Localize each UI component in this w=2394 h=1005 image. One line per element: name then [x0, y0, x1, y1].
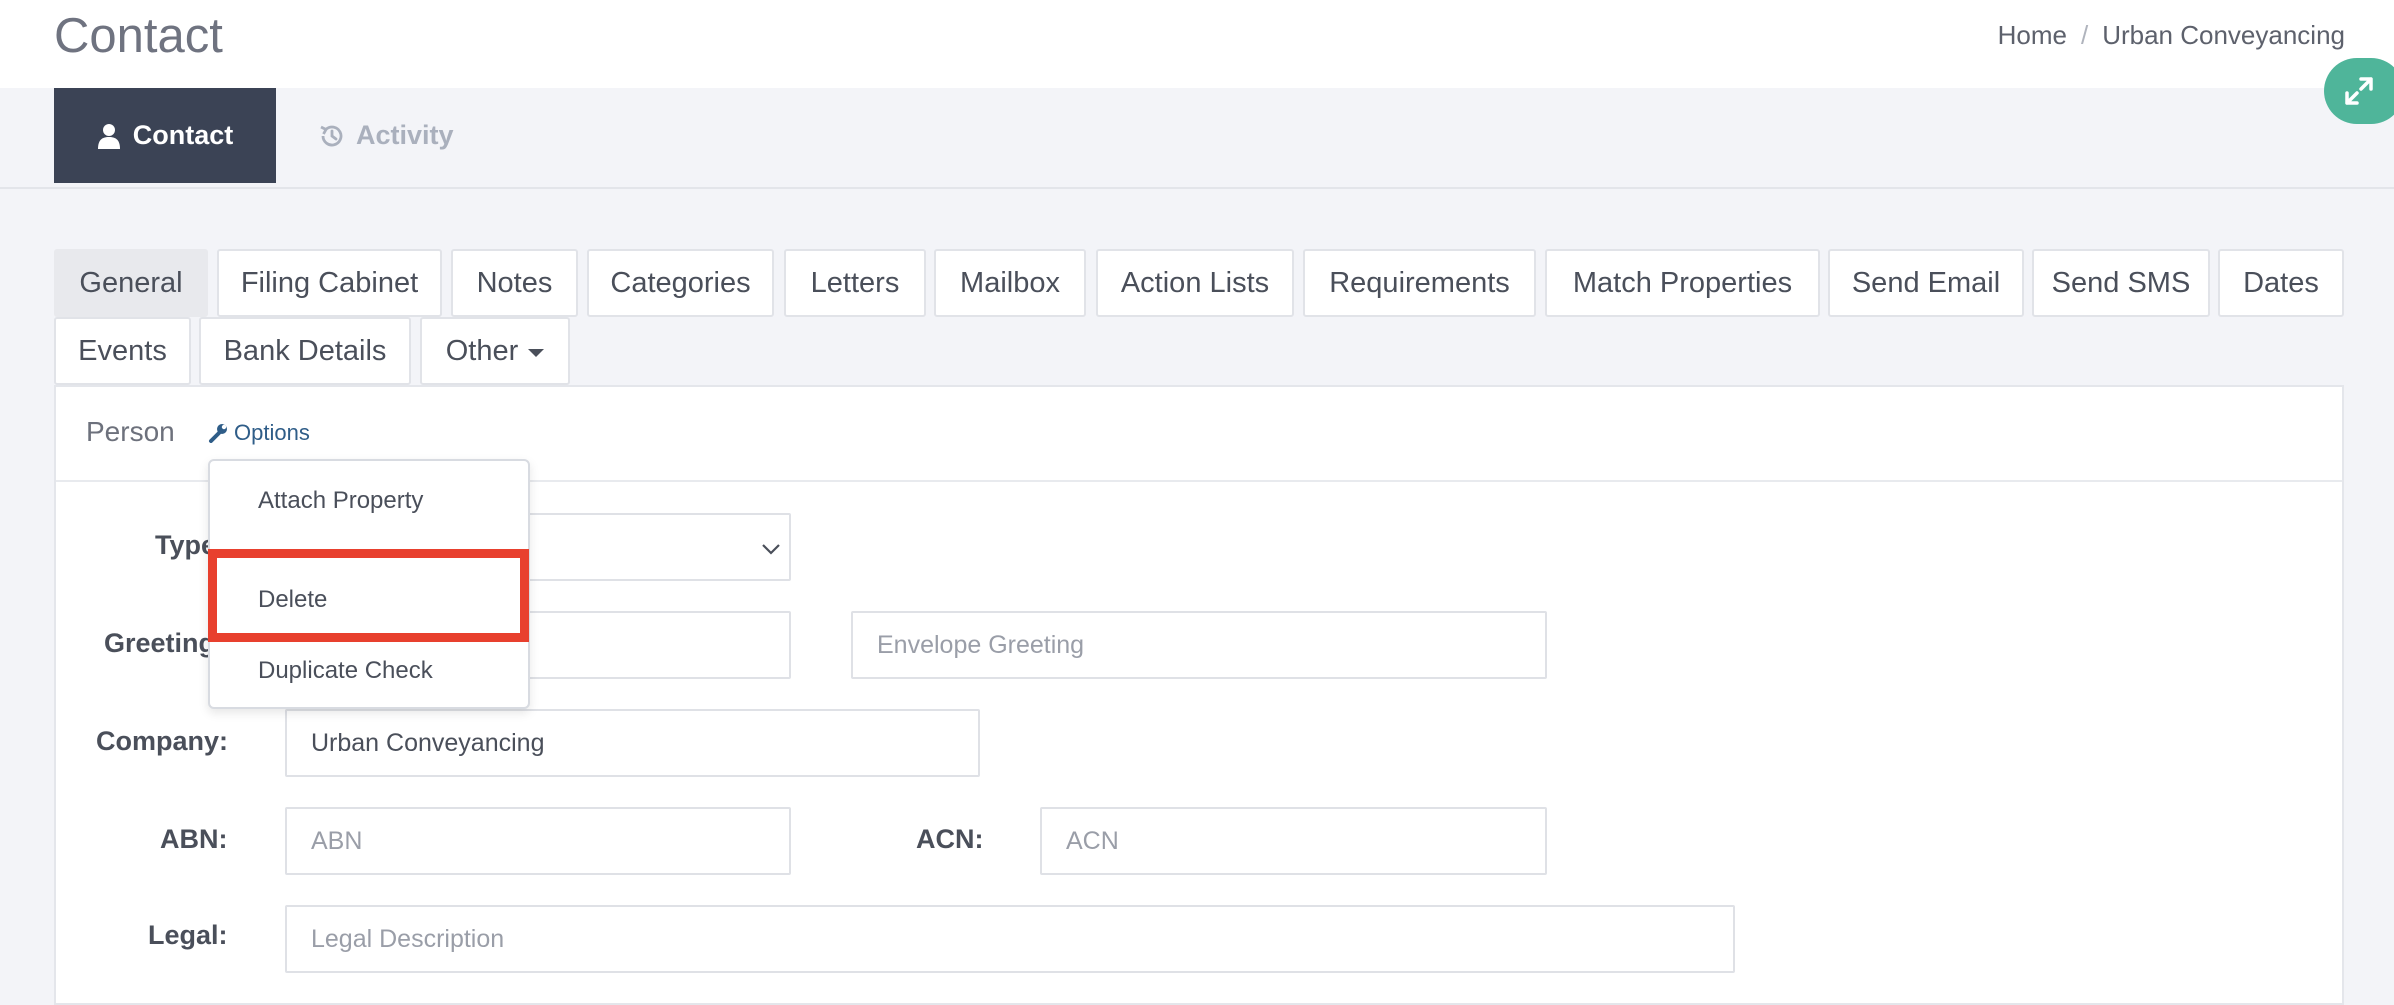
- wrench-icon: [209, 424, 227, 443]
- subtab-general[interactable]: General: [54, 249, 208, 317]
- page-title: Contact: [54, 9, 223, 63]
- subtab-requirements[interactable]: Requirements: [1303, 249, 1536, 317]
- menu-item-duplicate-check[interactable]: Duplicate Check: [258, 657, 433, 685]
- subtab-filing-cabinet[interactable]: Filing Cabinet: [217, 249, 442, 317]
- subtab-letters[interactable]: Letters: [784, 249, 926, 317]
- subtab-send-email[interactable]: Send Email: [1828, 249, 2024, 317]
- company-input[interactable]: Urban Conveyancing: [285, 709, 980, 777]
- subtab-other-label: Other: [445, 334, 519, 367]
- subtab-dates[interactable]: Dates: [2218, 249, 2344, 317]
- subtab-action-lists[interactable]: Action Lists: [1096, 249, 1294, 317]
- options-label: Options: [234, 420, 310, 445]
- tab-activity-label: Activity: [356, 120, 454, 150]
- panel-title: Person: [86, 416, 175, 447]
- history-icon: [320, 125, 343, 146]
- chevron-down-icon: [762, 544, 780, 555]
- highlight-box: [208, 549, 529, 642]
- fullscreen-button[interactable]: [2324, 58, 2394, 124]
- envelope-greeting-input[interactable]: Envelope Greeting: [851, 611, 1547, 679]
- subtab-mailbox[interactable]: Mailbox: [934, 249, 1086, 317]
- tab-divider: [0, 187, 2394, 189]
- subtab-bank-details[interactable]: Bank Details: [199, 317, 411, 385]
- subtab-match-properties[interactable]: Match Properties: [1545, 249, 1820, 317]
- breadcrumb-home[interactable]: Home: [1998, 20, 2067, 50]
- legal-input[interactable]: Legal Description: [285, 905, 1735, 973]
- tab-activity[interactable]: Activity: [318, 88, 478, 183]
- subtab-events[interactable]: Events: [54, 317, 191, 385]
- options-button[interactable]: Options: [208, 420, 310, 446]
- acn-label: ACN:: [916, 824, 984, 854]
- subtab-categories[interactable]: Categories: [587, 249, 774, 317]
- legal-label: Legal:: [148, 920, 228, 950]
- abn-input[interactable]: ABN: [285, 807, 791, 875]
- user-icon: [97, 123, 120, 149]
- caret-down-icon: [528, 349, 545, 357]
- menu-item-attach-property[interactable]: Attach Property: [258, 487, 423, 515]
- tab-contact-label: Contact: [132, 120, 234, 150]
- abn-label: ABN:: [160, 824, 228, 854]
- breadcrumb: Home / Urban Conveyancing: [1998, 20, 2345, 51]
- acn-input[interactable]: ACN: [1040, 807, 1547, 875]
- subtab-other[interactable]: Other: [420, 317, 570, 385]
- tab-contact[interactable]: Contact: [54, 88, 276, 183]
- breadcrumb-separator: /: [2080, 20, 2089, 50]
- subtab-notes[interactable]: Notes: [451, 249, 578, 317]
- company-label: Company:: [96, 726, 229, 756]
- greeting-label: Greeting: [104, 628, 216, 658]
- breadcrumb-current: Urban Conveyancing: [2102, 20, 2345, 50]
- type-label: Type: [155, 530, 217, 560]
- expand-icon: [2345, 77, 2373, 105]
- subtab-send-sms[interactable]: Send SMS: [2032, 249, 2210, 317]
